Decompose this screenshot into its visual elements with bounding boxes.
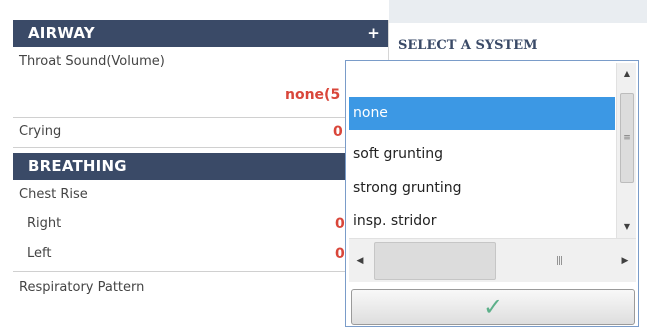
throat-sound-value: none(5 <box>285 87 341 103</box>
options-dropdown[interactable]: none soft grunting strong grunting insp.… <box>345 60 639 327</box>
respiratory-pattern-row[interactable]: Respiratory Pattern <box>13 272 388 312</box>
airway-title: AIRWAY <box>28 24 95 42</box>
chest-rise-label: Chest Rise <box>19 187 88 202</box>
scroll-down-icon[interactable]: ▼ <box>617 218 637 236</box>
dropdown-blank-option[interactable] <box>349 63 615 97</box>
check-icon: ✓ <box>482 293 504 321</box>
select-system-title: SELECT A SYSTEM <box>398 38 538 53</box>
confirm-button[interactable]: ✓ <box>351 289 635 325</box>
vertical-scrollbar[interactable]: ▲ ≡ ▼ <box>616 63 636 238</box>
vertical-scroll-thumb[interactable]: ≡ <box>620 93 634 183</box>
respiratory-pattern-label: Respiratory Pattern <box>19 280 145 295</box>
breathing-title: BREATHING <box>28 157 127 175</box>
crying-label: Crying <box>19 124 62 139</box>
airway-header: AIRWAY + <box>13 20 388 47</box>
throat-sound-label: Throat Sound(Volume) <box>19 54 165 69</box>
right-label: Right <box>27 216 62 231</box>
scroll-up-icon[interactable]: ▲ <box>617 65 637 83</box>
chest-rise-row[interactable]: Chest Rise Right 0 Left 0 <box>13 180 388 272</box>
option-soft-grunting[interactable]: soft grunting <box>349 138 615 171</box>
assessment-panel: AIRWAY + Throat Sound(Volume) none(5 Cry… <box>13 20 389 327</box>
left-value: 0 <box>335 246 345 262</box>
right-value: 0 <box>335 216 345 232</box>
scroll-left-icon[interactable]: ◀ <box>351 239 369 283</box>
breathing-header: BREATHING <box>13 153 388 180</box>
horizontal-scroll-thumb[interactable] <box>374 242 496 280</box>
crying-row[interactable]: Crying 0 <box>13 118 388 148</box>
top-strip <box>389 0 647 23</box>
option-none[interactable]: none <box>349 97 615 130</box>
option-insp-stridor[interactable]: insp. stridor <box>349 205 615 238</box>
throat-sound-row[interactable]: Throat Sound(Volume) none(5 <box>13 47 388 118</box>
scroll-grip-icon: ||| <box>555 256 563 266</box>
add-icon[interactable]: + <box>367 20 380 47</box>
page: AIRWAY + Throat Sound(Volume) none(5 Cry… <box>0 0 647 327</box>
option-strong-grunting[interactable]: strong grunting <box>349 172 615 205</box>
scroll-right-icon[interactable]: ▶ <box>616 239 634 283</box>
horizontal-scrollbar[interactable]: ◀ ||| ▶ <box>349 238 636 282</box>
crying-value: 0 <box>333 124 343 140</box>
left-label: Left <box>27 246 52 261</box>
